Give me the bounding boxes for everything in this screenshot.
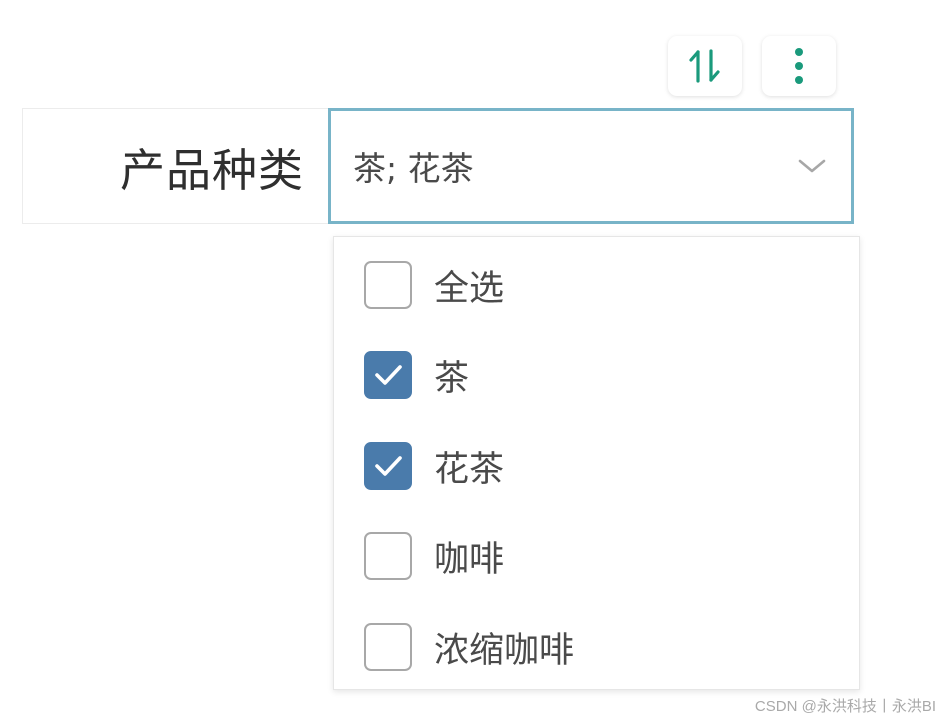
dropdown-list: 全选 茶 花茶 咖啡 浓缩咖啡 xyxy=(333,236,860,690)
option-label: 花茶 xyxy=(434,449,505,490)
option-label: 咖啡 xyxy=(434,539,505,580)
checkbox-checked[interactable] xyxy=(364,351,412,399)
option-coffee[interactable]: 咖啡 xyxy=(364,528,504,584)
option-flower-tea[interactable]: 花茶 xyxy=(364,438,504,494)
filter-widget-stage: 产品种类 茶; 花茶 全选 茶 花茶 咖啡 浓缩咖啡 CSDN @永洪科技丨永洪… xyxy=(0,0,942,720)
sort-button[interactable] xyxy=(668,36,742,96)
sort-arrows-icon xyxy=(689,49,720,83)
option-label: 茶 xyxy=(434,358,470,399)
watermark: CSDN @永洪科技丨永洪BI xyxy=(754,698,936,715)
checkbox-unchecked[interactable] xyxy=(364,623,412,671)
filter-label-box: 产品种类 xyxy=(22,108,328,224)
vertical-dots-icon xyxy=(795,48,803,84)
chevron-down-icon xyxy=(798,159,826,173)
option-select-all[interactable]: 全选 xyxy=(364,257,504,313)
checkbox-unchecked[interactable] xyxy=(364,261,412,309)
checkbox-unchecked[interactable] xyxy=(364,532,412,580)
combobox-selected-value: 茶; 花茶 xyxy=(353,149,474,188)
filter-combobox[interactable]: 茶; 花茶 xyxy=(328,108,854,224)
option-tea[interactable]: 茶 xyxy=(364,347,469,403)
option-label: 浓缩咖啡 xyxy=(434,630,575,671)
option-espresso[interactable]: 浓缩咖啡 xyxy=(364,619,574,675)
more-options-button[interactable] xyxy=(762,36,836,96)
checkmark-icon xyxy=(375,456,402,476)
filter-label: 产品种类 xyxy=(119,143,304,197)
checkbox-checked[interactable] xyxy=(364,442,412,490)
checkmark-icon xyxy=(375,365,402,385)
option-label: 全选 xyxy=(434,268,505,309)
